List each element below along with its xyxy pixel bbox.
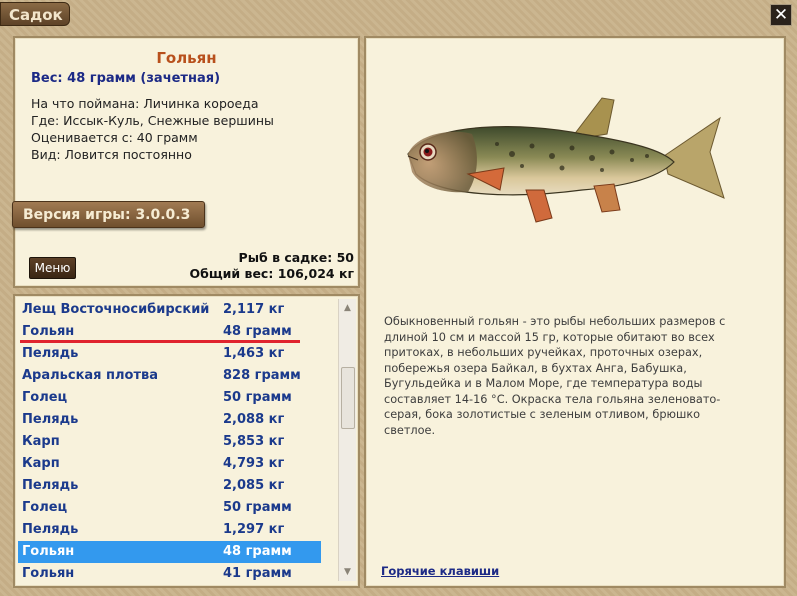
fish-list-panel: Лещ Восточносибирский 2,117 кг Гольян 48 гр… xyxy=(13,294,360,588)
fish-list-row[interactable]: Пелядь 1,297 кг xyxy=(18,519,321,541)
fish-details: На что поймана: Личинка короеда Где: Исс… xyxy=(31,95,274,163)
fish-list-row[interactable]: Голец 50 грамм xyxy=(18,497,321,519)
fish-weight: Вес: 48 грамм (зачетная) xyxy=(31,71,221,86)
fish-list-row[interactable]: Карп 5,853 кг xyxy=(18,431,321,453)
fish-list-weight: 2,085 кг xyxy=(223,478,285,493)
window-frame: Садок ✕ Гольян Вес: 48 грамм (зачетная) … xyxy=(0,0,797,596)
valued-from: Оценивается с: 40 грамм xyxy=(31,130,198,145)
fish-list-weight: 2,088 кг xyxy=(223,412,285,427)
fish-list-weight: 5,853 кг xyxy=(223,434,285,449)
fish-list-name: Аральская плотва xyxy=(22,368,159,383)
fish-list-row[interactable]: Голец 50 грамм xyxy=(18,387,321,409)
fish-list-name: Пелядь xyxy=(22,346,79,361)
fish-list-name: Гольян xyxy=(22,566,75,581)
game-version: Версия игры: 3.0.0.3 xyxy=(12,201,205,228)
caught-on: На что поймана: Личинка короеда xyxy=(31,96,259,111)
scroll-down-icon[interactable]: ▼ xyxy=(339,565,356,579)
fish-list-weight: 828 грамм xyxy=(223,368,301,383)
window-title: Садок xyxy=(0,2,70,26)
fish-list-weight: 4,793 кг xyxy=(223,456,285,471)
fish-name: Гольян xyxy=(156,49,217,67)
fish-list-weight: 1,463 кг xyxy=(223,346,285,361)
fish-list-weight: 50 грамм xyxy=(223,500,292,515)
fish-list-row[interactable]: Гольян 48 грамм xyxy=(18,541,321,563)
fish-list-weight: 50 грамм xyxy=(223,390,292,405)
fish-list-name: Голец xyxy=(22,390,68,405)
fish-list-name: Гольян xyxy=(22,324,75,339)
fish-list-name: Пелядь xyxy=(22,522,79,537)
fish-description: Обыкновенный гольян - это рыбы небольших… xyxy=(384,315,726,437)
fish-list-weight: 48 грамм xyxy=(223,544,292,559)
fish-list-name: Лещ Восточносибирский xyxy=(22,302,210,317)
fish-description-panel: Обыкновенный гольян - это рыбы небольших… xyxy=(364,36,786,588)
fish-list-row[interactable]: Аральская плотва 828 грамм xyxy=(18,365,321,387)
fish-list-row[interactable]: Пелядь 2,085 кг xyxy=(18,475,321,497)
fish-list-row[interactable]: Лещ Восточносибирский 2,117 кг xyxy=(18,299,321,321)
hotkeys-link[interactable]: Горячие клавиши xyxy=(381,564,499,578)
fish-list-name: Голец xyxy=(22,500,68,515)
fish-list-name: Карп xyxy=(22,434,60,449)
fish-list-name: Карп xyxy=(22,456,60,471)
red-underline-mark xyxy=(20,340,300,343)
location: Где: Иссык-Куль, Снежные вершины xyxy=(31,113,274,128)
fish-list-row[interactable]: Карп 4,793 кг xyxy=(18,453,321,475)
fish-list-weight: 41 грамм xyxy=(223,566,292,581)
fish-list-name: Пелядь xyxy=(22,478,79,493)
fish-list-weight: 2,117 кг xyxy=(223,302,285,317)
fish-info-panel: Гольян Вес: 48 грамм (зачетная) На что п… xyxy=(12,36,360,288)
fish-list-weight: 1,297 кг xyxy=(223,522,285,537)
list-scrollbar[interactable]: ▲ ▼ xyxy=(338,299,356,581)
fish-kind: Вид: Ловится постоянно xyxy=(31,147,192,162)
scroll-up-icon[interactable]: ▲ xyxy=(339,301,356,315)
fish-list-name: Гольян xyxy=(22,544,75,559)
scroll-thumb[interactable] xyxy=(341,367,355,429)
menu-button[interactable]: Меню xyxy=(29,257,76,279)
fish-list-row[interactable]: Пелядь 1,463 кг xyxy=(18,343,321,365)
close-button[interactable]: ✕ xyxy=(770,4,792,26)
fish-list-row[interactable]: Пелядь 2,088 кг xyxy=(18,409,321,431)
fish-list-weight: 48 грамм xyxy=(223,324,292,339)
fish-illustration xyxy=(407,97,725,223)
fish-count: Рыб в садке: 50 xyxy=(238,250,354,265)
total-weight: Общий вес: 106,024 кг xyxy=(189,266,355,281)
fish-list-name: Пелядь xyxy=(22,412,79,427)
keepnet-stats: Рыб в садке: 50 Общий вес: 106,024 кг xyxy=(190,250,355,282)
fish-list-row[interactable]: Гольян 41 грамм xyxy=(18,563,321,585)
